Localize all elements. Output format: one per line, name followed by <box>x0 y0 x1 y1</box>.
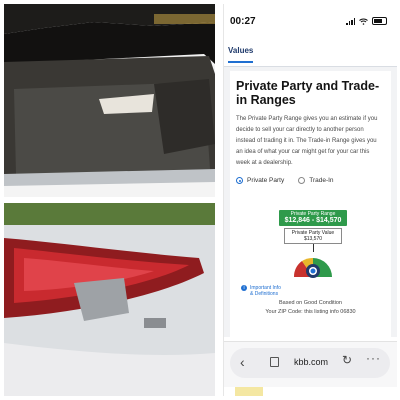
tab-values[interactable]: Values <box>228 46 254 63</box>
battery-icon <box>372 17 387 25</box>
info-icon: i <box>241 285 247 291</box>
info-link[interactable]: i Important Info & Definitions <box>241 285 284 297</box>
tab-bar: Values <box>224 38 397 67</box>
tabs-icon[interactable] <box>270 357 279 367</box>
card-title: Private Party and Trade-in Ranges <box>236 79 380 107</box>
photo-collage: 00:27 Values Private Party and Trade-in … <box>0 0 400 400</box>
bottom-highlight <box>235 387 263 396</box>
status-time: 00:27 <box>230 15 256 27</box>
info-link-text: Important Info & Definitions <box>250 285 281 297</box>
chevron-left-icon[interactable]: ‹ <box>240 354 245 370</box>
url-pill[interactable]: ‹ kbb.com ↻ ··· <box>230 348 390 378</box>
zip-text: Your ZIP Code: this listing info 06830 <box>265 309 356 315</box>
radio-unselected-icon <box>298 177 306 184</box>
private-party-value-box: Private Party Value $13,570 <box>284 228 342 244</box>
radio-label: Private Party <box>247 177 285 184</box>
range-value: $12,846 - $14,570 <box>284 217 342 224</box>
value-gauge-icon <box>293 257 332 278</box>
url-text[interactable]: kbb.com <box>294 357 328 367</box>
more-icon[interactable]: ··· <box>366 351 381 365</box>
browser-toolbar: ‹ kbb.com ↻ ··· <box>224 341 397 387</box>
signal-icon <box>346 17 355 25</box>
page-content: Private Party and Trade-in Ranges The Pr… <box>224 67 397 345</box>
condition-text: Based on Good Condition <box>279 300 342 306</box>
status-bar: 00:27 <box>224 4 397 38</box>
card-description: The Private Party Range gives you an est… <box>236 116 378 166</box>
radio-trade-in[interactable]: Trade-In <box>298 177 334 184</box>
wifi-icon <box>359 18 368 25</box>
ranges-card: Private Party and Trade-in Ranges The Pr… <box>230 71 391 345</box>
private-party-range-box: Private Party Range $12,846 - $14,570 <box>279 210 347 226</box>
tail-light-photo <box>4 203 215 396</box>
radio-private-party[interactable]: Private Party <box>236 177 284 184</box>
range-type-radios: Private Party Trade-In <box>236 177 334 184</box>
radio-selected-icon <box>236 177 243 184</box>
status-icons <box>346 17 387 25</box>
phone-screenshot: 00:27 Values Private Party and Trade-in … <box>223 4 397 396</box>
trunk-photo <box>4 4 215 197</box>
radio-label: Trade-In <box>309 177 334 184</box>
reload-icon[interactable]: ↻ <box>342 353 352 367</box>
ppv-value: $13,570 <box>303 236 323 242</box>
